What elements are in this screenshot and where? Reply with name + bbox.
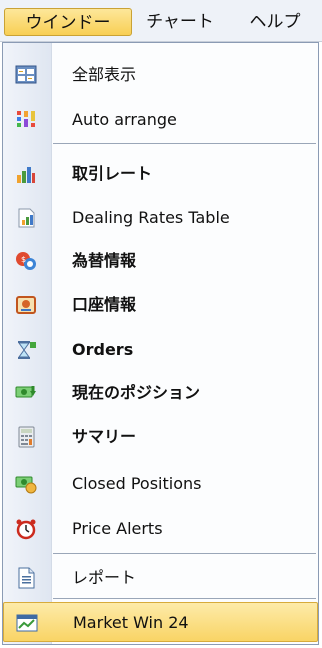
money-coins-icon bbox=[15, 473, 37, 495]
alarm-clock-icon bbox=[15, 518, 37, 540]
menu-item-account-info[interactable]: 口座情報 bbox=[3, 283, 318, 327]
menu-item-label: Auto arrange bbox=[72, 110, 177, 129]
menu-separator bbox=[53, 553, 316, 554]
menu-item-label: Orders bbox=[72, 340, 134, 359]
report-document-icon bbox=[15, 567, 37, 589]
menu-item-price-alerts[interactable]: Price Alerts bbox=[3, 507, 318, 551]
menu-item-summary[interactable]: サマリー bbox=[3, 415, 318, 459]
menu-item-report[interactable]: レポート bbox=[3, 556, 318, 600]
account-info-icon bbox=[15, 294, 37, 316]
menu-item-dealing-rates[interactable]: 取引レート bbox=[3, 152, 318, 196]
menu-separator bbox=[53, 143, 316, 144]
menu-item-label: 取引レート bbox=[72, 164, 153, 183]
calculator-icon bbox=[15, 426, 37, 448]
bar-chart-icon bbox=[15, 163, 37, 185]
tile-windows-icon bbox=[15, 64, 37, 86]
menu-item-show-all[interactable]: 全部表示 bbox=[3, 53, 318, 97]
bar-chart-page-icon bbox=[15, 207, 37, 229]
menu-item-market-win-24[interactable]: Market Win 24 bbox=[3, 602, 318, 642]
menu-item-label: Dealing Rates Table bbox=[72, 208, 230, 227]
orders-hourglass-icon bbox=[15, 339, 37, 361]
menu-item-label: 口座情報 bbox=[72, 295, 137, 314]
menu-item-label: 為替情報 bbox=[72, 251, 137, 270]
menu-item-label: 全部表示 bbox=[72, 65, 137, 84]
svg-text:$: $ bbox=[21, 255, 26, 264]
currency-info-icon: $ bbox=[15, 250, 37, 272]
window-menu-dropdown: 全部表示 Auto arrange 取引レート Dealing Rates Ta… bbox=[2, 42, 319, 645]
menu-item-fx-info[interactable]: $ 為替情報 bbox=[3, 239, 318, 283]
menubar-window[interactable]: ウインドー bbox=[4, 8, 132, 36]
market-window-icon bbox=[16, 612, 38, 634]
menu-item-open-positions[interactable]: 現在のポジション bbox=[3, 371, 318, 415]
menu-item-closed-positions[interactable]: Closed Positions bbox=[3, 462, 318, 506]
menu-item-label: 現在のポジション bbox=[72, 383, 201, 402]
menu-bar: ウインドー チャート ヘルプ bbox=[0, 0, 322, 42]
menu-item-label: レポート bbox=[72, 568, 137, 587]
menu-item-label: サマリー bbox=[72, 427, 137, 446]
auto-arrange-icon bbox=[15, 109, 37, 131]
menu-item-auto-arrange[interactable]: Auto arrange bbox=[3, 98, 318, 142]
menu-item-orders[interactable]: Orders bbox=[3, 328, 318, 372]
menubar-chart[interactable]: チャート bbox=[134, 8, 226, 36]
menu-item-dealing-rates-table[interactable]: Dealing Rates Table bbox=[3, 196, 318, 240]
money-down-arrow-icon bbox=[15, 382, 37, 404]
menu-separator bbox=[53, 598, 316, 599]
menu-item-label: Market Win 24 bbox=[73, 613, 189, 632]
menu-item-label: Closed Positions bbox=[72, 474, 202, 493]
menu-item-label: Price Alerts bbox=[72, 519, 163, 538]
menubar-help[interactable]: ヘルプ bbox=[236, 8, 314, 36]
